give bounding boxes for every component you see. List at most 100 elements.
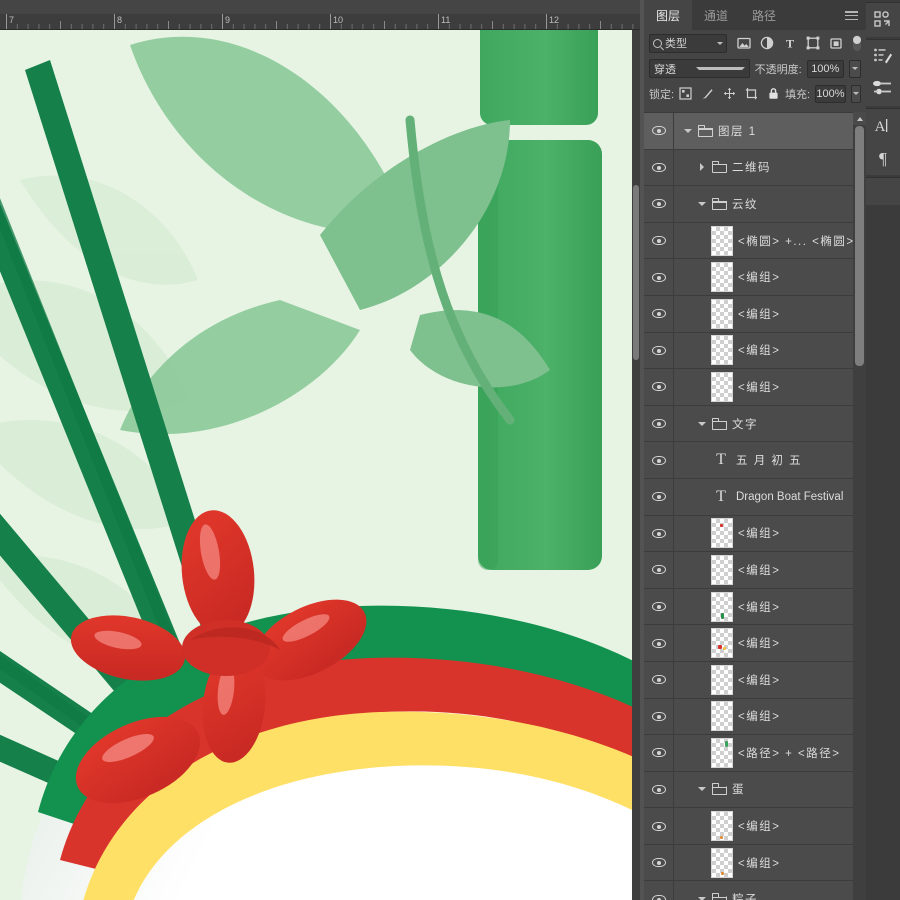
layer-row[interactable]: 粽子 bbox=[644, 881, 866, 900]
layer-name[interactable]: <编组> bbox=[738, 269, 780, 285]
chevron-down-icon[interactable] bbox=[683, 128, 693, 133]
layer-thumbnail[interactable] bbox=[711, 591, 733, 622]
layer-visibility-toggle[interactable] bbox=[644, 295, 674, 332]
layer-row[interactable]: <编组> bbox=[644, 844, 866, 882]
layer-visibility-toggle[interactable] bbox=[644, 698, 674, 735]
layer-name[interactable]: <编组> bbox=[738, 342, 780, 358]
opacity-stepper[interactable] bbox=[848, 59, 861, 78]
horizontal-ruler[interactable]: 7 8 9 10 11 12 bbox=[0, 14, 640, 30]
layer-row[interactable]: <编组> bbox=[644, 588, 866, 626]
layer-thumbnail[interactable] bbox=[711, 225, 733, 256]
layer-name[interactable]: <编组> bbox=[738, 525, 780, 541]
layer-name[interactable]: 粽子 bbox=[732, 891, 758, 900]
layer-visibility-toggle[interactable] bbox=[644, 881, 674, 900]
layer-name[interactable]: Dragon Boat Festival bbox=[736, 491, 843, 503]
layer-name[interactable]: 五 月 初 五 bbox=[736, 452, 802, 468]
layer-name[interactable]: <编组> bbox=[738, 306, 780, 322]
layer-name[interactable]: <编组> bbox=[738, 855, 780, 871]
layer-name[interactable]: 二维码 bbox=[732, 159, 771, 175]
layer-visibility-toggle[interactable] bbox=[644, 186, 674, 222]
image-filter-icon[interactable] bbox=[736, 36, 751, 50]
layer-row[interactable]: T五 月 初 五 bbox=[644, 442, 866, 479]
layer-visibility-toggle[interactable] bbox=[644, 149, 674, 186]
layer-name[interactable]: 云纹 bbox=[732, 196, 758, 212]
library-icon[interactable] bbox=[872, 9, 894, 31]
fill-input[interactable]: 100% bbox=[815, 84, 846, 103]
layers-vertical-scrollbar[interactable] bbox=[853, 112, 866, 900]
layer-row[interactable]: 二维码 bbox=[644, 149, 866, 187]
layer-row[interactable]: <编组> bbox=[644, 552, 866, 589]
layer-thumbnail[interactable] bbox=[711, 628, 733, 659]
blend-mode-select[interactable]: 穿透 bbox=[649, 59, 750, 78]
opacity-input[interactable]: 100% bbox=[806, 59, 844, 78]
layer-thumbnail[interactable] bbox=[711, 847, 733, 878]
layer-name[interactable]: <编组> bbox=[738, 379, 780, 395]
layer-name[interactable]: <路径> + <路径> bbox=[738, 745, 840, 761]
chevron-down-icon[interactable] bbox=[697, 201, 707, 206]
panel-menu-icon[interactable] bbox=[845, 11, 858, 20]
tab-paths[interactable]: 路径 bbox=[740, 0, 788, 30]
tab-layers[interactable]: 图层 bbox=[644, 0, 693, 30]
layer-list[interactable]: 图层 1 二维码 云纹 <椭圆> +... <椭圆> <编组> <编组> <编组> <编组> 文… bbox=[644, 112, 866, 900]
layer-thumbnail[interactable] bbox=[711, 518, 733, 549]
filter-toggle-switch[interactable] bbox=[852, 35, 862, 51]
layer-name[interactable]: <编组> bbox=[738, 818, 780, 834]
chevron-down-icon[interactable] bbox=[697, 421, 707, 426]
layer-row[interactable]: 云纹 bbox=[644, 186, 866, 223]
layer-row[interactable]: T Dragon Boat Festival bbox=[644, 478, 866, 516]
layer-thumbnail[interactable] bbox=[711, 701, 733, 732]
lock-all-icon[interactable] bbox=[767, 87, 780, 100]
shape-filter-icon[interactable] bbox=[806, 36, 820, 50]
brush-presets-icon[interactable] bbox=[872, 78, 894, 100]
layer-row[interactable]: <编组> bbox=[644, 808, 866, 845]
layer-visibility-toggle[interactable] bbox=[644, 369, 674, 405]
layer-thumbnail[interactable] bbox=[711, 664, 733, 695]
paragraph-icon[interactable]: ¶ bbox=[872, 147, 894, 169]
type-filter-icon[interactable]: T bbox=[783, 36, 797, 51]
layer-visibility-toggle[interactable] bbox=[644, 405, 674, 442]
layer-visibility-toggle[interactable] bbox=[644, 478, 674, 515]
character-icon[interactable]: A bbox=[872, 115, 894, 137]
layers-scroll-thumb[interactable] bbox=[855, 126, 864, 366]
lock-position-icon[interactable] bbox=[723, 87, 736, 100]
layer-row[interactable]: <编组> bbox=[644, 661, 866, 699]
canvas-vertical-scrollbar[interactable] bbox=[632, 30, 640, 900]
layer-row[interactable]: <编组> bbox=[644, 332, 866, 370]
tab-channels[interactable]: 通道 bbox=[692, 0, 740, 30]
lock-artboard-icon[interactable] bbox=[745, 87, 758, 100]
layer-visibility-toggle[interactable] bbox=[644, 735, 674, 771]
fill-stepper[interactable] bbox=[850, 84, 861, 103]
layer-row[interactable]: <编组> bbox=[644, 698, 866, 736]
layer-thumbnail[interactable] bbox=[711, 737, 733, 768]
lock-image-icon[interactable] bbox=[701, 87, 714, 100]
chevron-down-icon[interactable] bbox=[697, 787, 707, 792]
layer-visibility-toggle[interactable] bbox=[644, 771, 674, 808]
canvas-viewport[interactable] bbox=[0, 30, 632, 900]
adjustment-filter-icon[interactable] bbox=[760, 36, 774, 50]
layer-visibility-toggle[interactable] bbox=[644, 552, 674, 588]
layer-row[interactable]: <编组> bbox=[644, 625, 866, 662]
layer-visibility-toggle[interactable] bbox=[644, 332, 674, 369]
layer-visibility-toggle[interactable] bbox=[644, 259, 674, 295]
smartobject-filter-icon[interactable] bbox=[829, 36, 843, 50]
layer-thumbnail[interactable] bbox=[711, 262, 733, 293]
layer-thumbnail[interactable] bbox=[711, 811, 733, 842]
layer-row[interactable]: <编组> bbox=[644, 295, 866, 333]
layer-row[interactable]: 文字 bbox=[644, 405, 866, 443]
chevron-right-icon[interactable] bbox=[697, 163, 707, 172]
layer-name[interactable]: <编组> bbox=[738, 672, 780, 688]
layer-visibility-toggle[interactable] bbox=[644, 844, 674, 881]
layer-row[interactable]: <路径> + <路径> bbox=[644, 735, 866, 772]
layer-row[interactable]: <编组> bbox=[644, 259, 866, 296]
layer-visibility-toggle[interactable] bbox=[644, 808, 674, 844]
layer-thumbnail[interactable] bbox=[711, 371, 733, 402]
canvas-scroll-thumb[interactable] bbox=[633, 185, 639, 360]
lock-transparency-icon[interactable] bbox=[679, 87, 692, 100]
layer-name[interactable]: <椭圆> +... <椭圆> bbox=[738, 233, 855, 249]
layer-row[interactable]: <编组> bbox=[644, 369, 866, 406]
layer-row[interactable]: <编组> bbox=[644, 515, 866, 553]
layer-visibility-toggle[interactable] bbox=[644, 515, 674, 552]
layer-name[interactable]: <编组> bbox=[738, 708, 780, 724]
layer-thumbnail[interactable] bbox=[711, 335, 733, 366]
layer-row[interactable]: <椭圆> +... <椭圆> bbox=[644, 222, 866, 260]
